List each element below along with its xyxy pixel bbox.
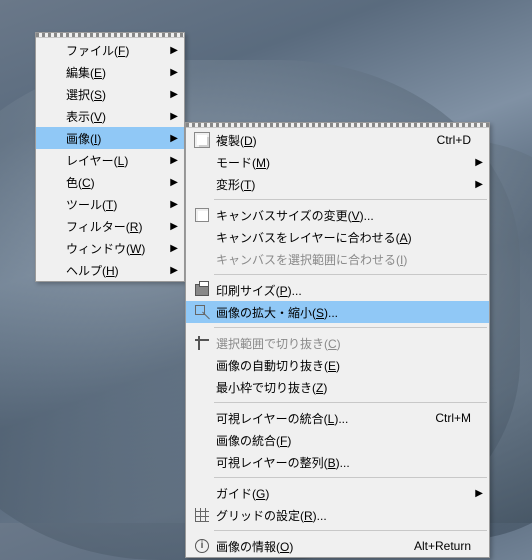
menu-item-icon-gutter bbox=[190, 336, 214, 350]
crop-icon bbox=[195, 336, 209, 350]
menu-item-label: ガイド(G) bbox=[214, 485, 471, 502]
menu-item-item5[interactable]: レイヤー(L)▶ bbox=[36, 149, 184, 171]
menu-item-icon-gutter bbox=[190, 132, 214, 148]
menu-item-item2[interactable]: 変形(T)▶ bbox=[186, 173, 489, 195]
menu-item-label: 画像の拡大・縮小(S)... bbox=[214, 304, 471, 321]
submenu-arrow-icon: ▶ bbox=[166, 265, 178, 276]
menu-separator bbox=[214, 199, 487, 200]
menu-separator bbox=[214, 477, 487, 478]
menu-item-item7[interactable]: ツール(T)▶ bbox=[36, 193, 184, 215]
menu-item-label: ウィンドウ(W) bbox=[64, 240, 166, 257]
menu-item-label: 可視レイヤーの整列(B)... bbox=[214, 454, 471, 471]
menu-item-item0[interactable]: ファイル(F)▶ bbox=[36, 39, 184, 61]
menu-separator bbox=[214, 402, 487, 403]
menu-item-item4[interactable]: キャンバスサイズの変更(V)... bbox=[186, 204, 489, 226]
scale-icon bbox=[195, 305, 209, 319]
submenu-arrow-icon: ▶ bbox=[166, 45, 178, 56]
menu-item-label: 可視レイヤーの統合(L)... bbox=[214, 410, 421, 427]
menu-item-item16[interactable]: 画像の統合(F) bbox=[186, 429, 489, 451]
submenu-arrow-icon: ▶ bbox=[166, 243, 178, 254]
menu-item-icon-gutter bbox=[190, 305, 214, 319]
menu-item-label: モード(M) bbox=[214, 154, 471, 171]
print-icon bbox=[195, 284, 209, 296]
submenu-arrow-icon: ▶ bbox=[471, 488, 483, 499]
menu-item-item13[interactable]: 最小枠で切り抜き(Z) bbox=[186, 376, 489, 398]
menu-item-label: 画像の自動切り抜き(E) bbox=[214, 357, 471, 374]
menu-item-label: キャンバスを選択範囲に合わせる(I) bbox=[214, 251, 471, 268]
menu-item-label: キャンバスをレイヤーに合わせる(A) bbox=[214, 229, 471, 246]
menu-item-label: 選択(S) bbox=[64, 86, 166, 103]
menu-item-item3[interactable]: 表示(V)▶ bbox=[36, 105, 184, 127]
main-menu-popup: ファイル(F)▶編集(E)▶選択(S)▶表示(V)▶画像(I)▶レイヤー(L)▶… bbox=[35, 32, 185, 282]
menu-item-label: 最小枠で切り抜き(Z) bbox=[214, 379, 471, 396]
submenu-arrow-icon: ▶ bbox=[166, 199, 178, 210]
menu-item-label: 画像の情報(O) bbox=[214, 538, 400, 555]
grid-icon bbox=[195, 508, 209, 522]
menu-item-item12[interactable]: 画像の自動切り抜き(E) bbox=[186, 354, 489, 376]
menu-item-item19[interactable]: ガイド(G)▶ bbox=[186, 482, 489, 504]
menu-item-item15[interactable]: 可視レイヤーの統合(L)... Ctrl+M bbox=[186, 407, 489, 429]
menu-item-item10[interactable]: ヘルプ(H)▶ bbox=[36, 259, 184, 281]
menu-item-label: 画像の統合(F) bbox=[214, 432, 471, 449]
menu-item-icon-gutter: i bbox=[190, 539, 214, 553]
menu-item-shortcut: Ctrl+M bbox=[435, 411, 471, 425]
menu-item-icon-gutter bbox=[190, 208, 214, 222]
menu-item-item1[interactable]: モード(M)▶ bbox=[186, 151, 489, 173]
menu-item-item9[interactable]: 画像の拡大・縮小(S)... bbox=[186, 301, 489, 323]
menu-item-label: 編集(E) bbox=[64, 64, 166, 81]
menu-item-icon-gutter bbox=[190, 508, 214, 522]
menu-separator bbox=[214, 274, 487, 275]
menu-item-item6[interactable]: 色(C)▶ bbox=[36, 171, 184, 193]
menu-item-item17[interactable]: 可視レイヤーの整列(B)... bbox=[186, 451, 489, 473]
image-submenu-popup: 複製(D)Ctrl+Dモード(M)▶変形(T)▶キャンバスサイズの変更(V)..… bbox=[185, 122, 490, 558]
menu-item-label: フィルター(R) bbox=[64, 218, 166, 235]
menu-item-label: ツール(T) bbox=[64, 196, 166, 213]
menu-item-label: 変形(T) bbox=[214, 176, 471, 193]
menu-item-item8[interactable]: 印刷サイズ(P)... bbox=[186, 279, 489, 301]
menu-item-item11: 選択範囲で切り抜き(C) bbox=[186, 332, 489, 354]
menu-item-label: 印刷サイズ(P)... bbox=[214, 282, 471, 299]
menu-item-label: 画像(I) bbox=[64, 130, 166, 147]
submenu-arrow-icon: ▶ bbox=[471, 157, 483, 168]
menu-tearoff-icon[interactable] bbox=[36, 33, 184, 38]
submenu-arrow-icon: ▶ bbox=[471, 179, 483, 190]
menu-item-label: グリッドの設定(R)... bbox=[214, 507, 471, 524]
dup-icon bbox=[194, 132, 210, 148]
submenu-arrow-icon: ▶ bbox=[166, 177, 178, 188]
submenu-arrow-icon: ▶ bbox=[166, 111, 178, 122]
menu-item-item0[interactable]: 複製(D) Ctrl+D bbox=[186, 129, 489, 151]
menu-tearoff-icon[interactable] bbox=[186, 123, 489, 128]
menu-item-item6: キャンバスを選択範囲に合わせる(I) bbox=[186, 248, 489, 270]
menu-item-item9[interactable]: ウィンドウ(W)▶ bbox=[36, 237, 184, 259]
submenu-arrow-icon: ▶ bbox=[166, 221, 178, 232]
menu-item-label: 表示(V) bbox=[64, 108, 166, 125]
menu-item-item2[interactable]: 選択(S)▶ bbox=[36, 83, 184, 105]
menu-item-item1[interactable]: 編集(E)▶ bbox=[36, 61, 184, 83]
menu-item-item5[interactable]: キャンバスをレイヤーに合わせる(A) bbox=[186, 226, 489, 248]
menu-item-label: 複製(D) bbox=[214, 132, 423, 149]
menu-item-label: キャンバスサイズの変更(V)... bbox=[214, 207, 471, 224]
menu-separator bbox=[214, 530, 487, 531]
menu-item-shortcut: Ctrl+D bbox=[437, 133, 471, 147]
menu-separator bbox=[214, 327, 487, 328]
menu-item-icon-gutter bbox=[190, 284, 214, 296]
submenu-arrow-icon: ▶ bbox=[166, 155, 178, 166]
menu-item-item22[interactable]: i 画像の情報(O) Alt+Return bbox=[186, 535, 489, 557]
menu-item-label: 選択範囲で切り抜き(C) bbox=[214, 335, 471, 352]
menu-item-item8[interactable]: フィルター(R)▶ bbox=[36, 215, 184, 237]
submenu-arrow-icon: ▶ bbox=[166, 89, 178, 100]
menu-item-label: ファイル(F) bbox=[64, 42, 166, 59]
info-icon: i bbox=[195, 539, 209, 553]
canvas-icon bbox=[195, 208, 209, 222]
menu-item-label: ヘルプ(H) bbox=[64, 262, 166, 279]
menu-item-item4[interactable]: 画像(I)▶ bbox=[36, 127, 184, 149]
menu-item-shortcut: Alt+Return bbox=[414, 539, 471, 553]
submenu-arrow-icon: ▶ bbox=[166, 67, 178, 78]
menu-item-label: 色(C) bbox=[64, 174, 166, 191]
menu-item-label: レイヤー(L) bbox=[64, 152, 166, 169]
submenu-arrow-icon: ▶ bbox=[166, 133, 178, 144]
